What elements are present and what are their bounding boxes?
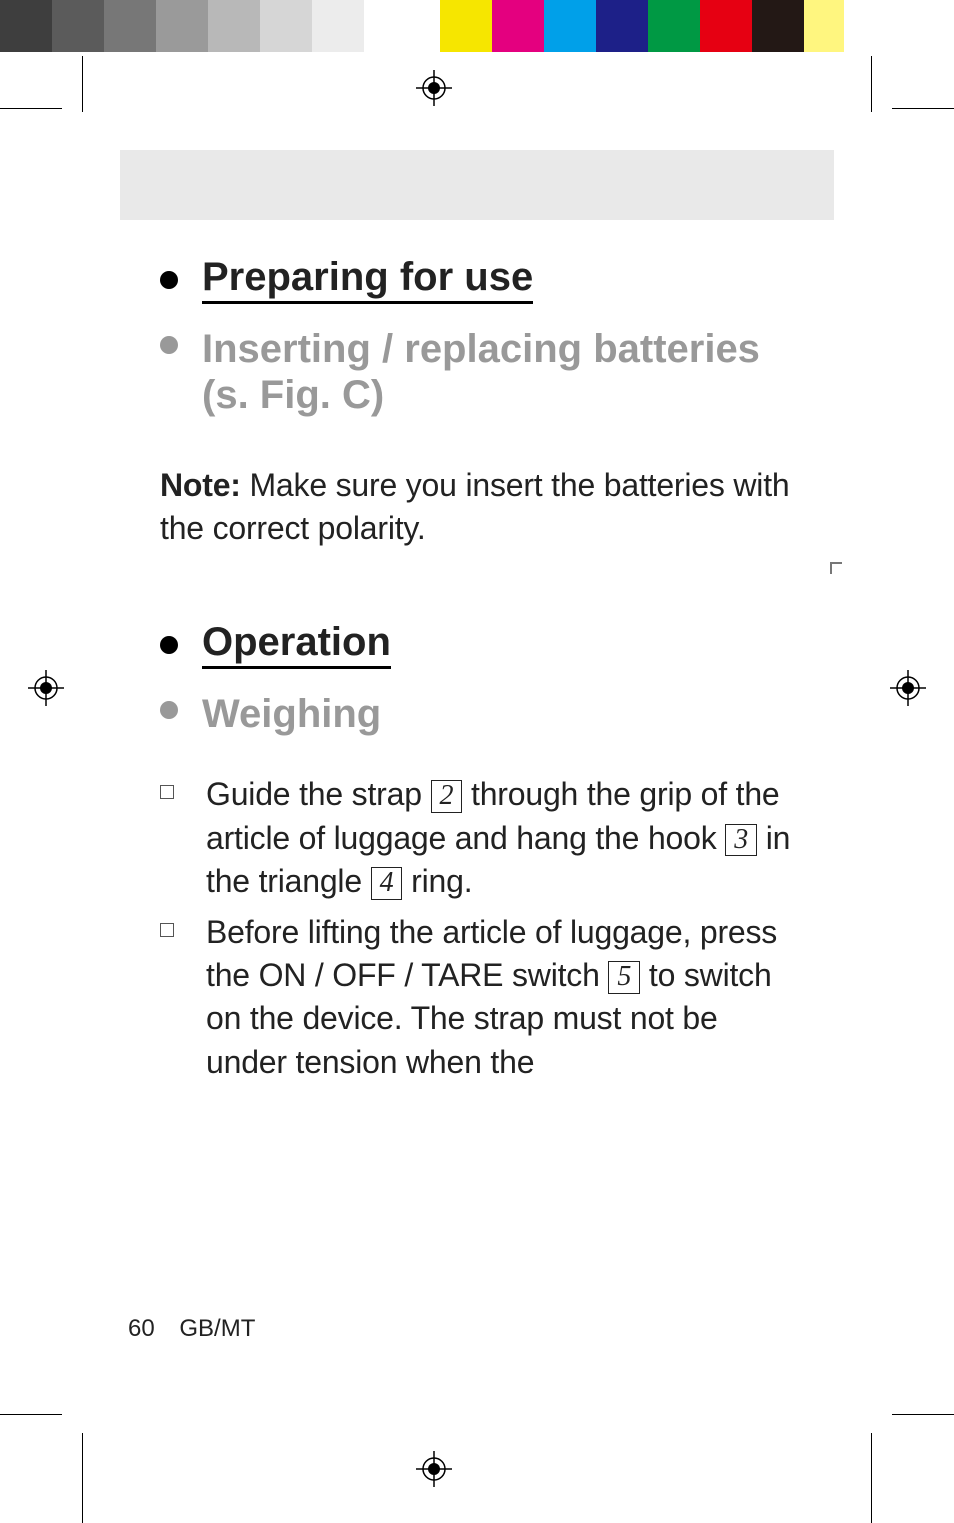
crop-line — [0, 1414, 62, 1415]
color-swatch — [104, 0, 156, 52]
text-fragment: Guide the strap — [206, 776, 431, 812]
color-swatch — [156, 0, 208, 52]
color-swatch — [804, 0, 844, 52]
color-swatch — [312, 0, 364, 52]
text-fragment: ring. — [402, 863, 472, 899]
part-ref: 3 — [725, 824, 757, 857]
registration-mark-icon — [416, 1451, 452, 1487]
color-swatch — [492, 0, 544, 52]
color-swatch — [52, 0, 104, 52]
list-item-text: Before lifting the article of luggage, p… — [206, 911, 800, 1084]
note-paragraph: Note: Make sure you insert the batteries… — [160, 464, 800, 550]
crop-line — [82, 1433, 83, 1523]
page-lang: GB/MT — [179, 1315, 255, 1342]
color-swatch — [752, 0, 804, 52]
registration-mark-icon — [890, 670, 926, 706]
page-footer: 60 GB/MT — [128, 1315, 255, 1343]
operation-title: Operation — [202, 620, 391, 669]
crop-line — [0, 108, 62, 109]
color-swatch — [416, 0, 440, 52]
section-heading: Operation — [160, 620, 800, 669]
print-color-bar — [0, 0, 954, 52]
part-ref: 2 — [431, 780, 463, 813]
inserting-title: Inserting / replacing batteries (s. Fig.… — [202, 326, 800, 418]
crop-line — [871, 1433, 872, 1523]
sub-heading: Weighing — [160, 691, 800, 737]
color-swatch — [700, 0, 752, 52]
color-swatch — [260, 0, 312, 52]
section-heading: Preparing for use — [160, 255, 800, 304]
checkbox-bullet-icon — [160, 923, 174, 937]
crop-line — [892, 108, 954, 109]
note-label: Note: — [160, 467, 241, 503]
crop-line — [871, 56, 872, 112]
bullet-dot-icon — [160, 271, 178, 289]
page-header-block — [120, 150, 834, 220]
bullet-dot-icon — [160, 336, 178, 354]
bullet-dot-icon — [160, 636, 178, 654]
bullet-dot-icon — [160, 701, 178, 719]
list-item: Guide the strap 2 through the grip of th… — [160, 773, 800, 903]
registration-mark-icon — [28, 670, 64, 706]
color-swatch — [544, 0, 596, 52]
crop-line — [892, 1414, 954, 1415]
note-text: Make sure you insert the batteries with … — [160, 467, 790, 546]
instruction-list: Guide the strap 2 through the grip of th… — [160, 773, 800, 1083]
checkbox-bullet-icon — [160, 785, 174, 799]
color-swatch — [208, 0, 260, 52]
page-content: Preparing for use Inserting / replacing … — [160, 255, 800, 1092]
part-ref: 5 — [608, 961, 640, 994]
color-swatch — [364, 0, 416, 52]
color-swatch — [0, 0, 52, 52]
part-ref: 4 — [371, 867, 403, 900]
color-swatch — [440, 0, 492, 52]
color-swatch — [596, 0, 648, 52]
list-item: Before lifting the article of luggage, p… — [160, 911, 800, 1084]
crop-line — [82, 56, 83, 112]
registration-mark-icon — [416, 70, 452, 106]
sub-heading: Inserting / replacing batteries (s. Fig.… — [160, 326, 800, 418]
list-item-text: Guide the strap 2 through the grip of th… — [206, 773, 800, 903]
crop-corner-icon — [830, 562, 846, 578]
weighing-title: Weighing — [202, 691, 381, 737]
preparing-title: Preparing for use — [202, 255, 533, 304]
page-number: 60 — [128, 1315, 155, 1342]
color-swatch — [648, 0, 700, 52]
